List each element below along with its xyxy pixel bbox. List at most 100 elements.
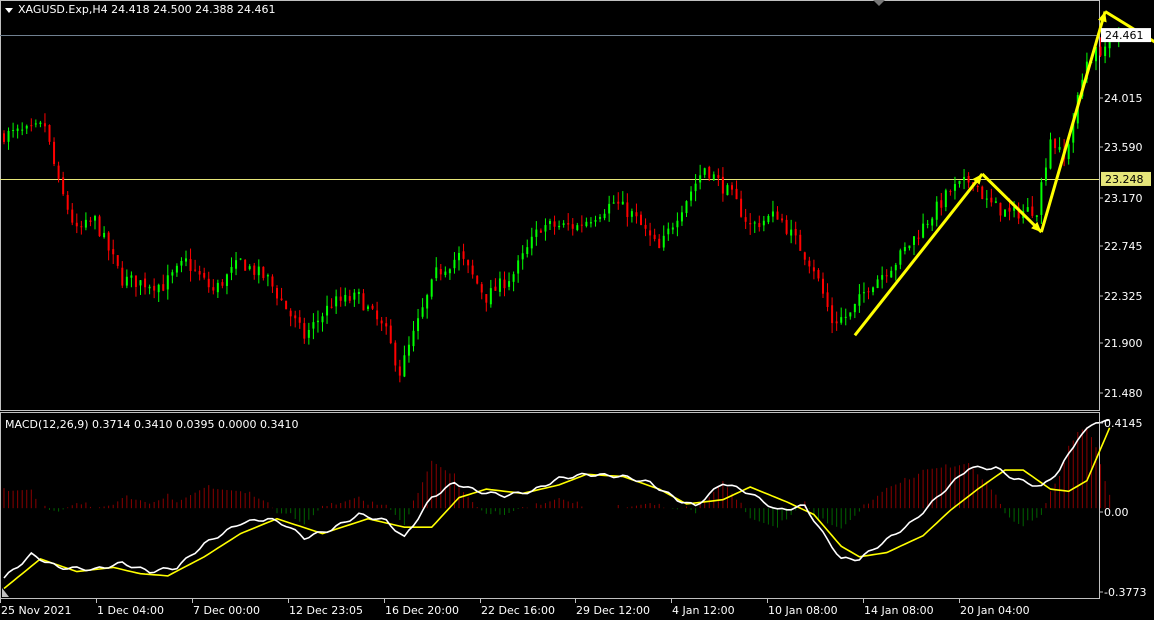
candle	[585, 217, 588, 228]
candle	[630, 208, 633, 223]
candle-body	[585, 221, 588, 227]
candle	[298, 310, 301, 329]
candle	[753, 220, 756, 233]
candle	[1054, 138, 1057, 155]
candle-body	[485, 294, 488, 303]
chart-shift-marker-icon[interactable]	[873, 0, 885, 6]
candle	[139, 279, 142, 296]
candle	[990, 188, 993, 207]
candle-body	[80, 226, 83, 228]
candle	[103, 226, 106, 239]
candle	[485, 294, 488, 312]
candle	[976, 184, 979, 193]
candle-body	[685, 201, 688, 214]
candle	[330, 298, 333, 309]
candle	[71, 203, 74, 226]
candle	[785, 215, 788, 236]
candle-body	[430, 279, 433, 297]
candle-body	[571, 224, 574, 229]
candle	[462, 243, 465, 266]
candle	[107, 231, 110, 261]
candle-body	[922, 223, 925, 238]
candle-body	[658, 238, 661, 249]
candle-body	[617, 201, 620, 204]
candle-body	[471, 265, 474, 275]
candle	[553, 215, 556, 235]
candle	[307, 322, 310, 345]
candle	[771, 200, 774, 223]
candle	[790, 219, 793, 244]
candle-body	[744, 217, 747, 222]
candle-body	[248, 266, 251, 270]
candle	[576, 222, 579, 232]
candle	[467, 259, 470, 274]
candle	[394, 340, 397, 372]
candle-body	[166, 275, 169, 290]
candle-body	[66, 194, 69, 210]
candle	[453, 252, 456, 274]
candle	[203, 267, 206, 280]
candle-body	[458, 252, 460, 261]
candle-body	[62, 177, 65, 195]
trend-arrow-line[interactable]	[1039, 11, 1107, 233]
candle-body	[239, 258, 242, 260]
candle-body	[125, 276, 128, 286]
time-tick-label: 12 Dec 23:05	[289, 604, 363, 617]
candle	[803, 251, 806, 266]
candle	[899, 248, 902, 270]
candle-body	[953, 184, 956, 191]
candle-body	[549, 220, 551, 224]
candle-body	[690, 191, 693, 201]
level-price-label: 23.248	[1105, 173, 1144, 186]
candle-body	[712, 174, 715, 180]
candle-body	[439, 269, 442, 275]
candle	[339, 287, 342, 307]
candle	[385, 316, 388, 335]
candle	[822, 272, 824, 299]
candle-body	[180, 260, 183, 266]
candle-body	[112, 249, 115, 255]
candle	[166, 264, 169, 300]
time-tick-label: 7 Dec 00:00	[193, 604, 260, 617]
candle-body	[294, 315, 297, 319]
candle-body	[608, 203, 611, 214]
candle	[603, 209, 606, 221]
candle	[562, 220, 565, 228]
candle	[116, 254, 119, 269]
candle-body	[16, 128, 19, 131]
candle-body	[435, 267, 438, 279]
candle-body	[594, 220, 597, 222]
candle	[539, 228, 542, 233]
candle-body	[407, 344, 410, 356]
candle	[758, 215, 761, 232]
symbol-menu-arrow-icon[interactable]	[5, 8, 13, 13]
candle-body	[603, 213, 606, 219]
candle	[703, 167, 706, 178]
candle-body	[289, 310, 292, 317]
candle	[98, 214, 101, 237]
macd-axis: 0.4145 0.00 -0.3773	[1099, 417, 1146, 599]
candle-body	[630, 211, 633, 217]
price-tick-label: 22.325	[1104, 290, 1143, 303]
candle	[731, 182, 733, 196]
candle-body	[48, 125, 51, 142]
candle	[207, 271, 210, 293]
price-chart[interactable]: 24.015 23.590 23.170 22.745 22.325 21.900 21.4…	[0, 0, 1154, 620]
candle-body	[171, 272, 174, 276]
candle-body	[858, 294, 861, 306]
candle-body	[189, 259, 192, 271]
candle	[357, 288, 360, 304]
candle	[1026, 197, 1029, 212]
candle-body	[935, 201, 938, 220]
candle	[503, 271, 506, 297]
trend-arrow-line[interactable]	[853, 173, 984, 337]
candle-body	[849, 312, 852, 317]
candle	[34, 119, 37, 128]
candle-body	[676, 220, 679, 228]
candle-body	[494, 286, 497, 291]
candle-body	[1058, 146, 1061, 150]
candle	[448, 268, 451, 280]
candle-body	[385, 323, 388, 327]
candle-body	[580, 224, 583, 226]
candle-body	[544, 225, 547, 232]
